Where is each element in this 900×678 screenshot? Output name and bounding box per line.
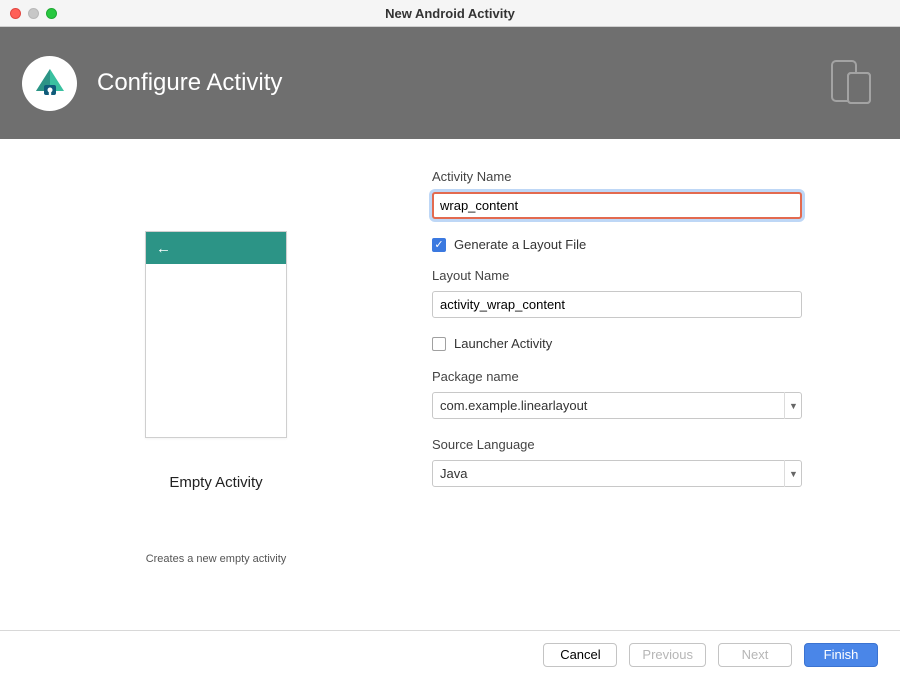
titlebar: New Android Activity xyxy=(0,0,900,27)
launcher-activity-checkbox[interactable] xyxy=(432,337,446,351)
source-language-value: Java xyxy=(440,466,467,481)
package-name-select[interactable]: com.example.linearlayout xyxy=(432,392,802,419)
zoom-window-button[interactable] xyxy=(46,8,57,19)
window-title: New Android Activity xyxy=(0,6,900,21)
preview-title: Empty Activity xyxy=(169,474,262,491)
generate-layout-label: Generate a Layout File xyxy=(454,237,586,252)
minimize-window-button[interactable] xyxy=(28,8,39,19)
package-name-label: Package name xyxy=(432,369,802,384)
close-window-button[interactable] xyxy=(10,8,21,19)
devices-icon xyxy=(824,55,878,112)
activity-name-label: Activity Name xyxy=(432,169,802,184)
wizard-title: Configure Activity xyxy=(97,69,282,97)
source-language-select[interactable]: Java xyxy=(432,460,802,487)
cancel-button[interactable]: Cancel xyxy=(543,643,617,667)
layout-name-label: Layout Name xyxy=(432,268,802,283)
source-language-label: Source Language xyxy=(432,437,802,452)
generate-layout-checkbox[interactable]: ✓ xyxy=(432,238,446,252)
window-controls xyxy=(0,8,57,19)
wizard-footer: Cancel Previous Next Finish xyxy=(0,630,900,678)
previous-button[interactable]: Previous xyxy=(629,643,706,667)
preview-appbar: ← xyxy=(146,232,286,264)
back-arrow-icon: ← xyxy=(156,241,171,256)
wizard-header: Configure Activity xyxy=(0,27,900,139)
package-name-value: com.example.linearlayout xyxy=(440,398,587,413)
layout-name-input[interactable] xyxy=(432,291,802,318)
finish-button[interactable]: Finish xyxy=(804,643,878,667)
preview-description: Creates a new empty activity xyxy=(146,553,287,565)
preview-pane: ← Empty Activity Creates a new empty act… xyxy=(0,139,432,630)
android-studio-icon xyxy=(22,56,77,111)
next-button[interactable]: Next xyxy=(718,643,792,667)
form-pane: Activity Name ✓ Generate a Layout File L… xyxy=(432,139,900,630)
activity-name-input[interactable] xyxy=(432,192,802,219)
activity-preview: ← xyxy=(145,231,287,438)
launcher-activity-label: Launcher Activity xyxy=(454,336,552,351)
